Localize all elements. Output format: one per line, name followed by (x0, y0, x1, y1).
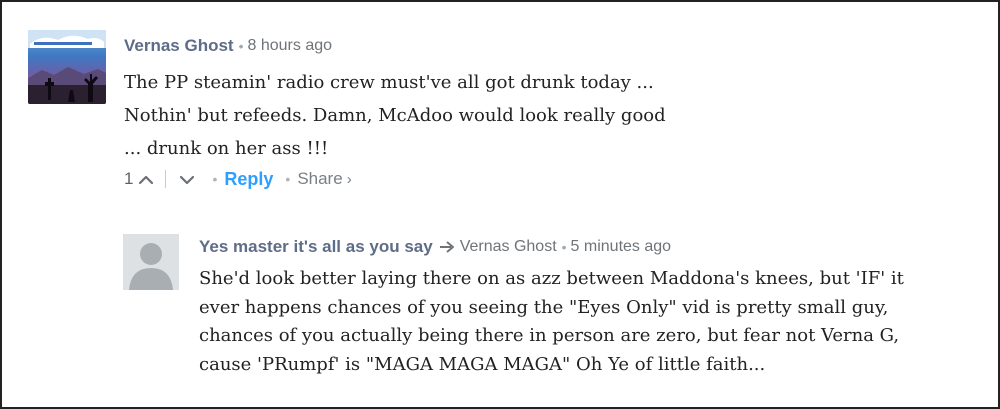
reply-line: ever happens chances of you seeing the "… (199, 296, 889, 318)
reply-line: She'd look better laying there on as azz… (199, 268, 904, 289)
desert-night-scene-avatar (28, 30, 106, 104)
chevron-up-icon (139, 175, 154, 185)
vote-divider (165, 170, 167, 188)
comment-timestamp[interactable]: 8 hours ago (248, 37, 333, 55)
chevron-down-icon (180, 175, 195, 185)
meta-separator: • (561, 239, 567, 255)
comment-line: Nothin' but refeeds. Damn, McAdoo would … (124, 105, 666, 126)
reply-arrow-icon (439, 240, 457, 254)
reply-author[interactable]: Yes master it's all as you say (199, 237, 433, 257)
avatar[interactable] (123, 234, 179, 290)
reply-timestamp[interactable]: 5 minutes ago (571, 238, 672, 256)
comment-line: ... drunk on her ass !!! (124, 138, 329, 159)
chevron-right-icon: › (346, 171, 352, 188)
reply-line: chances of you actually being there in p… (199, 325, 900, 346)
reply-body: She'd look better laying there on as azz… (199, 265, 989, 379)
share-button[interactable]: Share › (297, 169, 351, 189)
reply-to-author[interactable]: Vernas Ghost (460, 238, 557, 256)
action-separator: • (212, 171, 218, 187)
comment-author[interactable]: Vernas Ghost (124, 36, 234, 56)
comment-line: The PP steamin' radio crew must've all g… (124, 72, 654, 93)
comment-actions: 1 • Reply • Share › (124, 166, 352, 192)
action-separator: • (285, 171, 291, 187)
default-user-avatar (123, 234, 179, 290)
downvote-button[interactable] (178, 172, 196, 186)
avatar[interactable] (28, 30, 106, 104)
reply-line: cause 'PRumpf' is "MAGA MAGA MAGA" Oh Ye… (199, 353, 766, 375)
upvote-button[interactable] (137, 172, 155, 186)
comment-header: Vernas Ghost • 8 hours ago (124, 35, 332, 57)
share-label: Share (297, 169, 343, 188)
reply-button[interactable]: Reply (224, 169, 273, 190)
meta-separator: • (238, 38, 244, 54)
comments-panel: Vernas Ghost • 8 hours ago The PP steami… (0, 0, 1000, 409)
reply-header: Yes master it's all as you say Vernas Gh… (199, 236, 671, 258)
upvote-count: 1 (124, 169, 134, 188)
comment-body: The PP steamin' radio crew must've all g… (124, 66, 764, 165)
